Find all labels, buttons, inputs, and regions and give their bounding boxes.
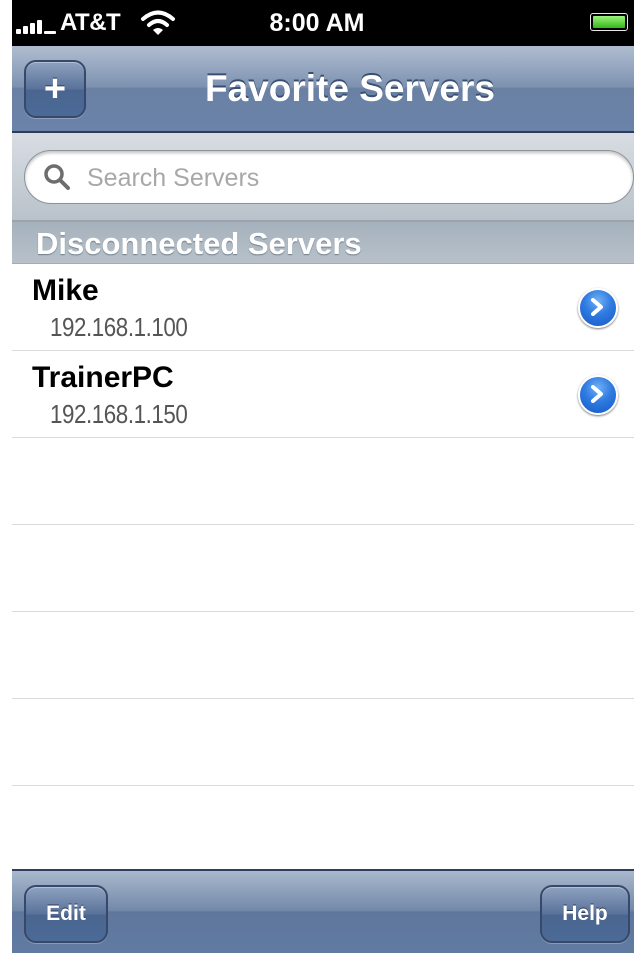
help-button[interactable]: Help	[540, 885, 630, 943]
status-time: 8:00 AM	[269, 9, 365, 37]
edit-button[interactable]: Edit	[24, 885, 108, 943]
screen-edge	[0, 0, 12, 953]
section-title: Disconnected Servers	[36, 226, 362, 261]
battery-icon	[590, 13, 634, 33]
search-input[interactable]	[85, 159, 609, 197]
server-address: 192.168.1.100	[50, 312, 188, 342]
app-screen: AT&T 8:00 AM + Favorite Servers Disconne…	[0, 0, 634, 953]
server-name: Mike	[32, 274, 99, 307]
empty-row	[12, 438, 634, 525]
server-address: 192.168.1.150	[50, 399, 188, 429]
battery-level	[593, 16, 625, 28]
server-list: Mike 192.168.1.100 TrainerPC 192.168.1.1…	[12, 264, 634, 869]
bottom-toolbar: Edit Help	[0, 869, 634, 953]
chevron-right-icon	[591, 385, 603, 403]
navigation-bar: + Favorite Servers	[0, 46, 634, 133]
search-bar	[0, 133, 634, 221]
empty-row	[12, 699, 634, 786]
empty-row	[12, 612, 634, 699]
server-row[interactable]: Mike 192.168.1.100	[12, 264, 634, 351]
status-bar: AT&T 8:00 AM	[0, 0, 634, 46]
detail-disclosure-button[interactable]	[578, 288, 618, 328]
chevron-right-icon	[591, 298, 603, 316]
page-title: Favorite Servers	[204, 68, 495, 109]
server-row[interactable]: TrainerPC 192.168.1.150	[12, 351, 634, 438]
empty-row	[12, 525, 634, 612]
section-header: Disconnected Servers	[0, 221, 634, 264]
search-icon	[44, 164, 70, 190]
search-field[interactable]	[24, 150, 634, 204]
add-server-button[interactable]: +	[24, 60, 86, 118]
detail-disclosure-button[interactable]	[578, 375, 618, 415]
server-name: TrainerPC	[32, 361, 174, 394]
